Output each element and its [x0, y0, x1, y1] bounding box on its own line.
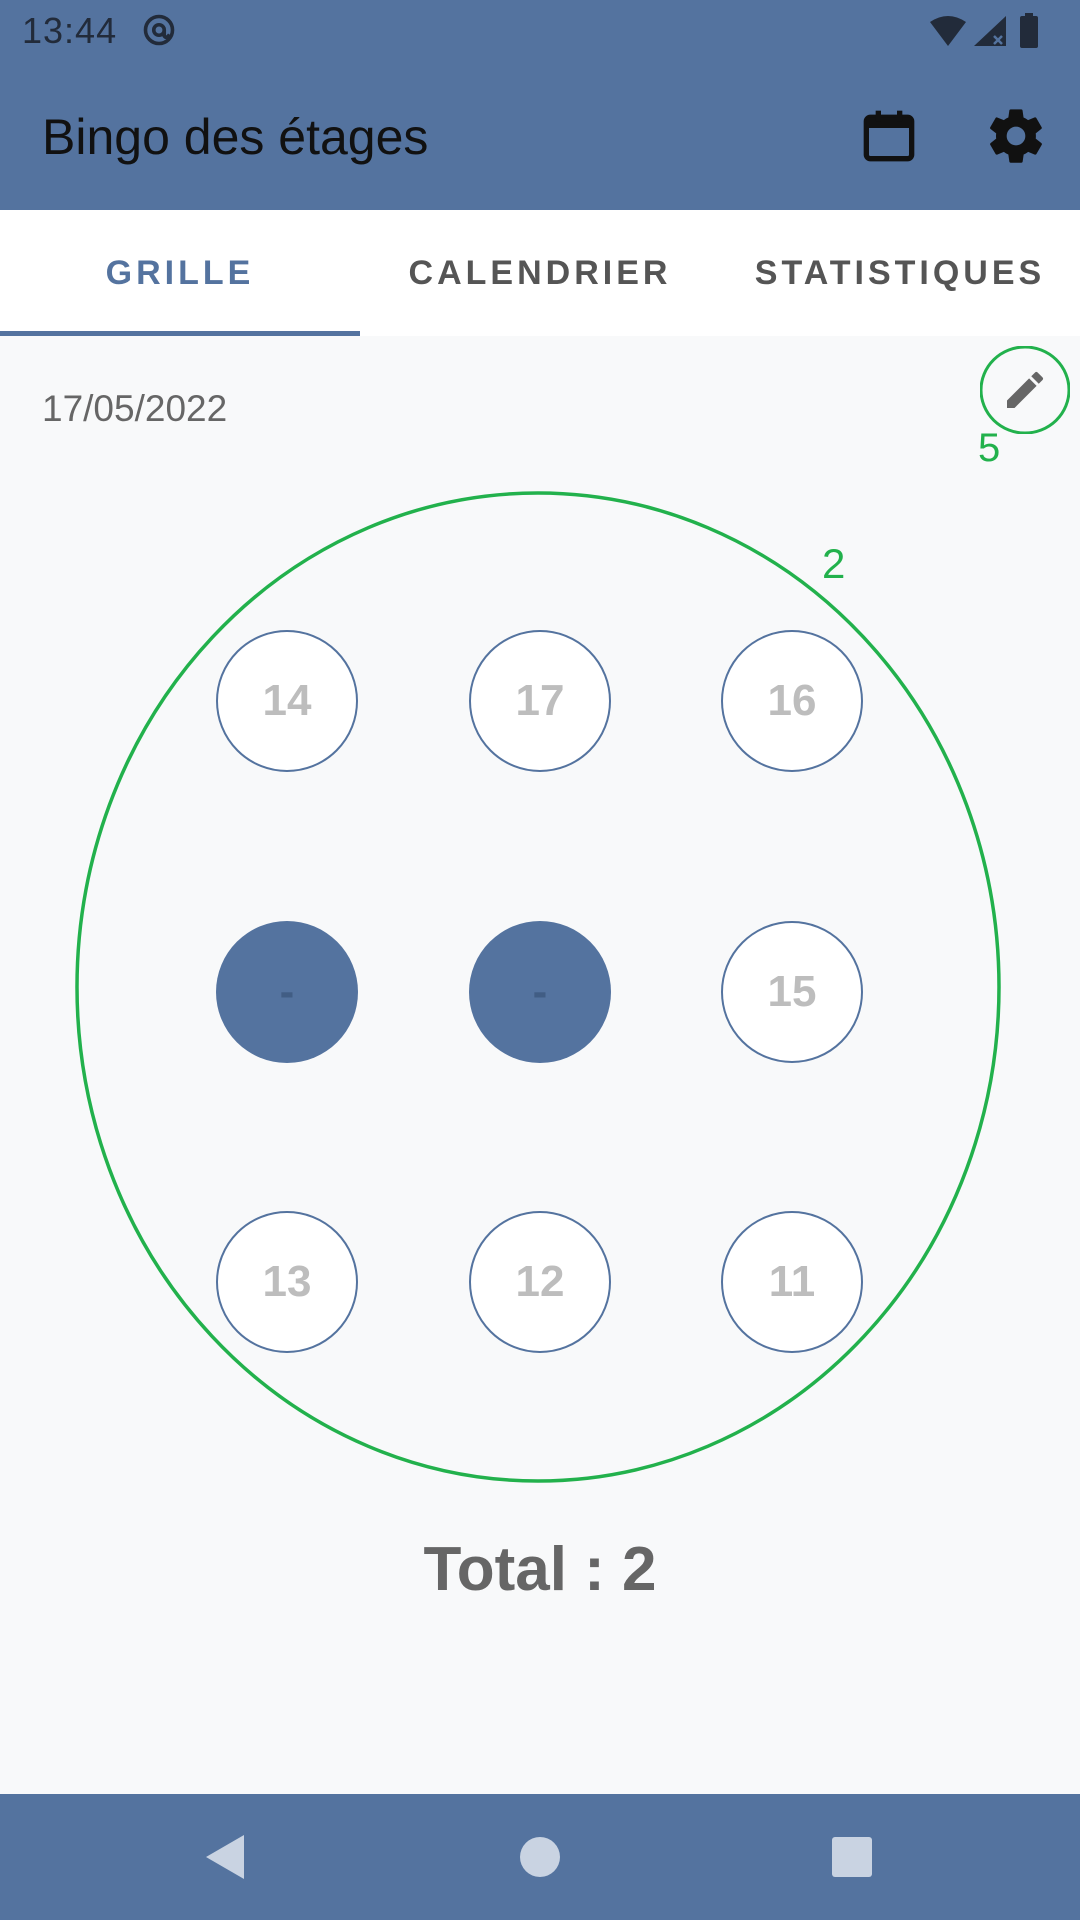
pencil-icon: [1007, 371, 1044, 408]
settings-icon[interactable]: [984, 104, 1048, 168]
grid-date: 17/05/2022: [42, 388, 228, 429]
floor-button[interactable]: 11: [721, 1211, 863, 1353]
wifi-icon: [930, 16, 966, 46]
navigation-bar: [0, 1794, 1080, 1920]
battery-icon: [1020, 16, 1038, 48]
status-time: 13:44: [22, 10, 118, 51]
floor-button[interactable]: 15: [721, 921, 863, 1063]
circle-annotation: 2: [822, 540, 846, 587]
status-bar: 13:44: [0, 0, 1080, 64]
tab-statistiques[interactable]: STATISTIQUES: [720, 210, 1080, 336]
home-icon[interactable]: [510, 1827, 570, 1887]
app-bar: Bingo des étages: [0, 64, 1080, 210]
floor-button[interactable]: 12: [469, 1211, 611, 1353]
app-title: Bingo des étages: [42, 109, 429, 165]
total-label: Total : 2: [423, 1535, 657, 1604]
floor-button[interactable]: 13: [216, 1211, 358, 1353]
edit-button[interactable]: [980, 346, 1070, 434]
floor-button-filled[interactable]: -: [469, 921, 611, 1063]
tab-indicator: [0, 331, 360, 336]
recents-icon[interactable]: [822, 1827, 882, 1887]
floor-button[interactable]: 14: [216, 630, 358, 772]
back-icon[interactable]: [196, 1827, 256, 1887]
floor-button-filled[interactable]: -: [216, 921, 358, 1063]
edit-annotation: 5: [978, 426, 1001, 470]
calendar-icon[interactable]: [857, 104, 921, 168]
at-sign-icon: [143, 14, 175, 46]
tab-calendrier[interactable]: CALENDRIER: [360, 210, 720, 336]
floor-button[interactable]: 16: [721, 630, 863, 772]
status-icons: [930, 13, 1038, 48]
tab-grille[interactable]: GRILLE: [0, 210, 360, 336]
floor-button[interactable]: 17: [469, 630, 611, 772]
tab-bar: GRILLE CALENDRIER STATISTIQUES: [0, 210, 1080, 336]
